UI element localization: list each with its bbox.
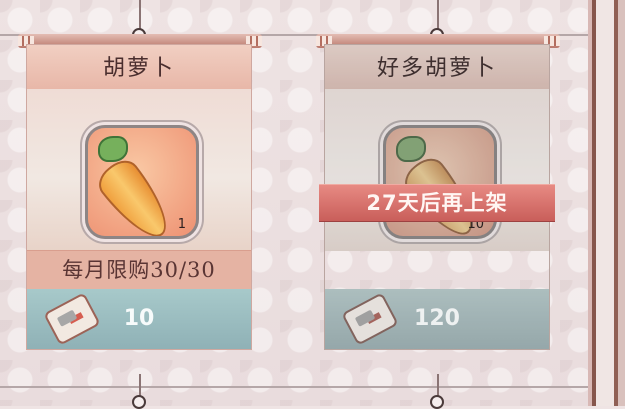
item-title: 好多胡萝卜	[325, 45, 549, 89]
shop-card-many-carrots[interactable]: 好多胡萝卜 10 120 27天后再上架	[316, 34, 560, 350]
leaf-icon	[396, 136, 426, 162]
item-title: 胡萝卜	[27, 45, 251, 89]
carrot-icon	[92, 153, 180, 236]
bottom-rail	[0, 386, 600, 388]
purchase-limit: 每月限购30/30	[27, 250, 251, 289]
card-panel: 胡萝卜 1 每月限购30/30 10	[26, 44, 252, 350]
item-quantity: 1	[177, 217, 186, 232]
hook-icon	[132, 395, 146, 409]
leaf-icon	[98, 136, 128, 162]
price-bar[interactable]: 10	[27, 289, 251, 349]
right-frame	[588, 0, 625, 406]
item-icon-frame: 1	[85, 125, 199, 239]
item-art: 10	[325, 89, 549, 251]
hook-icon	[430, 395, 444, 409]
shop-card-carrot[interactable]: 胡萝卜 1 每月限购30/30 10	[18, 34, 262, 350]
item-price: 10	[123, 306, 155, 331]
item-art: 1	[27, 89, 251, 251]
item-price: 120	[414, 306, 460, 331]
price-bar[interactable]: 120	[325, 289, 549, 349]
restock-banner: 27天后再上架	[319, 184, 555, 222]
